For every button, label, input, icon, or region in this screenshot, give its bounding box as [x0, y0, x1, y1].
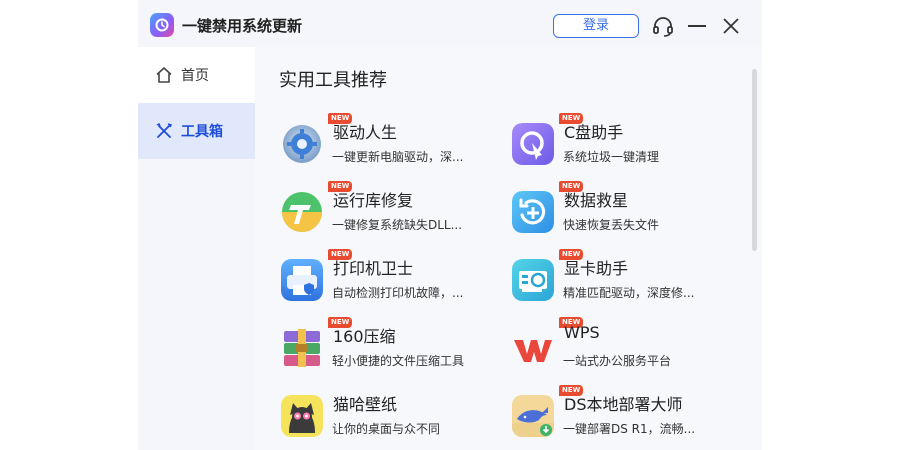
tool-description: 让你的桌面与众不同 — [332, 422, 441, 436]
gear-icon — [281, 123, 323, 165]
login-button[interactable]: 登录 — [553, 14, 639, 38]
tool-name: 数据救星 — [564, 191, 629, 210]
tool-card-c-drive[interactable]: NEW C盘助手 系统垃圾一键清理 — [512, 113, 742, 179]
printer-icon — [281, 259, 323, 301]
tool-name: WPS — [564, 323, 600, 342]
tool-card-gpu-helper[interactable]: NEW 显卡助手 精准匹配驱动，深度修... — [512, 249, 742, 315]
sidebar-item-toolbox[interactable]: 工具箱 — [138, 103, 255, 159]
tool-card-ds-deploy[interactable]: NEW DS本地部署大师 一键部署DS R1，流畅... — [512, 385, 742, 450]
tool-description: 一键修复系统缺失DLL... — [332, 218, 463, 232]
tool-card-160-compress[interactable]: NEW 160压缩 轻小便捷的文件压缩工具 — [281, 317, 511, 383]
tool-card-wps[interactable]: NEW WPS 一站式办公服务平台 — [512, 317, 742, 383]
gpu-icon — [512, 259, 554, 301]
app-window: 一键禁用系统更新 登录 首页 工具箱 实用工具推荐 NEW 驱动人生 一键更新电… — [138, 0, 762, 450]
whale-icon — [512, 395, 554, 437]
sidebar-item-label: 工具箱 — [181, 124, 223, 140]
restore-icon — [512, 191, 554, 233]
section-title: 实用工具推荐 — [279, 70, 387, 91]
tool-name: 运行库修复 — [333, 191, 414, 210]
close-icon[interactable] — [719, 14, 743, 38]
sidebar: 首页 工具箱 — [138, 47, 255, 450]
tool-description: 轻小便捷的文件压缩工具 — [332, 354, 465, 368]
tool-name: 猫哈壁纸 — [333, 395, 398, 414]
tool-card-runtime-repair[interactable]: NEW 运行库修复 一键修复系统缺失DLL... — [281, 181, 511, 247]
tool-card-printer-guard[interactable]: NEW 打印机卫士 自动检测打印机故障，... — [281, 249, 511, 315]
main-content: 实用工具推荐 NEW 驱动人生 一键更新电脑驱动，深... NEW C盘助手 系… — [255, 47, 762, 450]
tool-card-driver[interactable]: NEW 驱动人生 一键更新电脑驱动，深... — [281, 113, 511, 179]
tool-name: 驱动人生 — [333, 123, 398, 142]
runtime-icon — [281, 191, 323, 233]
home-icon — [155, 66, 173, 84]
tool-description: 自动检测打印机故障，... — [332, 286, 464, 300]
tool-name: 打印机卫士 — [333, 259, 414, 278]
archive-icon — [281, 327, 323, 369]
sidebar-item-home[interactable]: 首页 — [138, 47, 255, 103]
app-title: 一键禁用系统更新 — [182, 17, 303, 35]
tool-description: 一键部署DS R1，流畅... — [563, 422, 696, 436]
cat-icon — [281, 395, 323, 437]
title-bar: 一键禁用系统更新 登录 — [138, 0, 762, 52]
tool-card-data-recovery[interactable]: NEW 数据救星 快速恢复丢失文件 — [512, 181, 742, 247]
sidebar-item-label: 首页 — [181, 68, 209, 84]
tool-description: 快速恢复丢失文件 — [563, 218, 660, 232]
tool-description: 精准匹配驱动，深度修... — [563, 286, 695, 300]
cursor-icon — [512, 123, 554, 165]
tool-card-cat-wallpaper[interactable]: 猫哈壁纸 让你的桌面与众不同 — [281, 391, 511, 450]
tool-description: 系统垃圾一键清理 — [563, 150, 660, 164]
tool-name: 显卡助手 — [564, 259, 629, 278]
tool-description: 一站式办公服务平台 — [563, 354, 672, 368]
minimize-icon[interactable] — [685, 14, 709, 38]
tools-icon — [155, 122, 173, 140]
tool-name: C盘助手 — [564, 123, 624, 142]
app-logo-icon — [150, 13, 174, 37]
tool-name: DS本地部署大师 — [564, 395, 683, 414]
tool-description: 一键更新电脑驱动，深... — [332, 150, 464, 164]
scrollbar[interactable] — [752, 69, 757, 251]
wps-icon — [512, 327, 554, 369]
tool-name: 160压缩 — [333, 327, 396, 346]
headset-support-icon[interactable] — [651, 14, 675, 38]
